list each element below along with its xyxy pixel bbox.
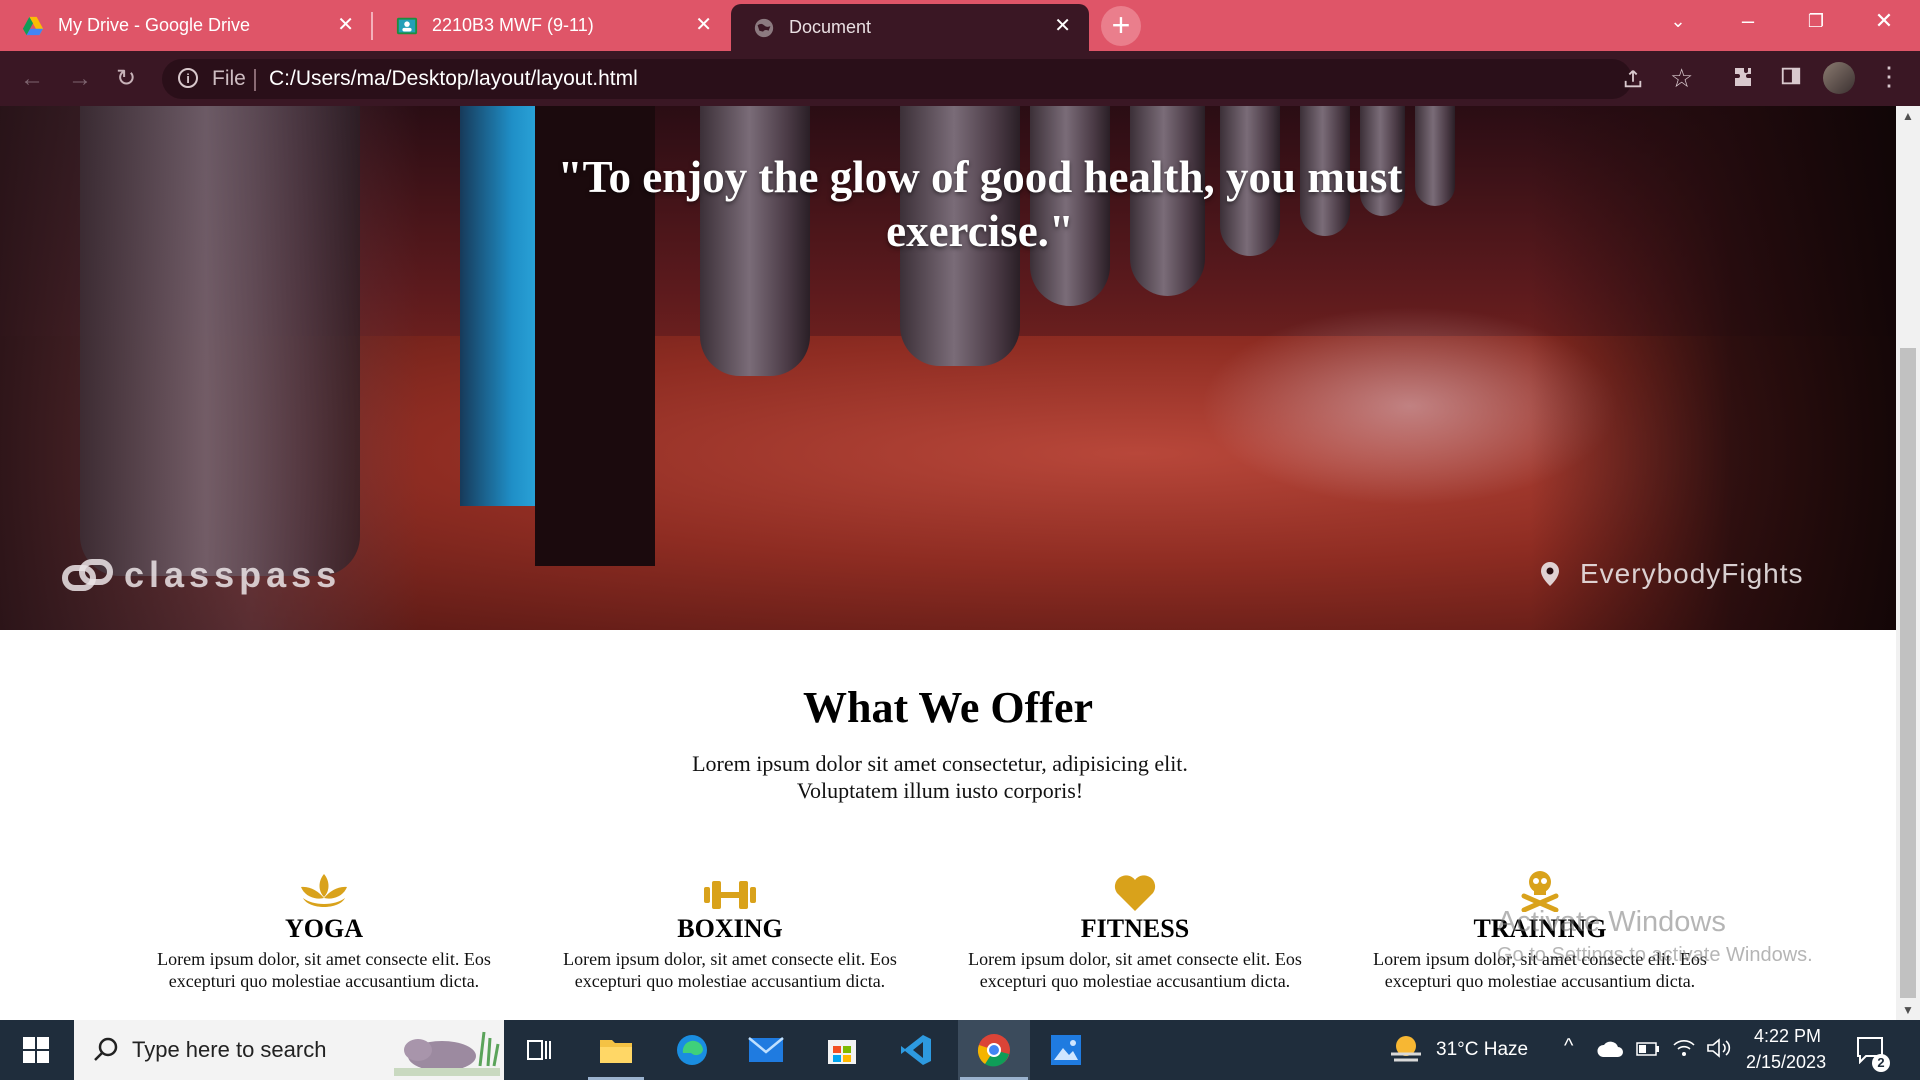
- edge-icon[interactable]: [662, 1020, 722, 1080]
- notification-count-badge: 2: [1872, 1054, 1890, 1072]
- offer-card-yoga: YOGA Lorem ipsum dolor, sit amet consect…: [154, 866, 494, 992]
- hero-section: "To enjoy the glow of good health, you m…: [0, 106, 1896, 630]
- scroll-up-arrow-icon[interactable]: ▲: [1896, 106, 1920, 126]
- brand-text: classpass: [124, 554, 342, 595]
- onedrive-cloud-icon[interactable]: [1597, 1040, 1623, 1058]
- offer-card-fitness: FITNESS Lorem ipsum dolor, sit amet cons…: [965, 866, 1305, 992]
- battery-icon[interactable]: [1636, 1041, 1660, 1057]
- tab-title: My Drive - Google Drive: [58, 15, 251, 35]
- globe-icon: [754, 18, 774, 37]
- divider: [254, 69, 256, 91]
- section-subtitle: Lorem ipsum dolor sit amet consectetur, …: [692, 751, 1188, 803]
- page-scrollbar[interactable]: ▲ ▼: [1896, 106, 1920, 1020]
- tab-title: Document: [789, 17, 872, 37]
- section-title: What We Offer: [802, 683, 1094, 732]
- minimize-button[interactable]: –: [1718, 0, 1778, 42]
- chrome-icon[interactable]: [958, 1020, 1030, 1080]
- close-tab-icon[interactable]: ✕: [695, 14, 712, 36]
- windows-taskbar: Type here to search 31°C Haze ^ 4:22 PM …: [0, 1020, 1920, 1080]
- start-button[interactable]: [0, 1020, 72, 1080]
- url-text[interactable]: C:/Users/ma/Desktop/layout/layout.html: [269, 59, 638, 99]
- card-title: BOXING: [677, 914, 783, 943]
- scrollbar-thumb[interactable]: [1900, 348, 1916, 998]
- tab-title: 2210B3 MWF (9-11): [432, 15, 594, 35]
- search-icon: [94, 1037, 118, 1061]
- classpass-watermark: classpass: [62, 554, 341, 596]
- extensions-icon[interactable]: [1731, 65, 1755, 89]
- close-tab-icon[interactable]: ✕: [1054, 15, 1071, 37]
- map-pin-icon: [1541, 562, 1559, 586]
- restore-button[interactable]: ❐: [1786, 0, 1846, 42]
- volume-icon[interactable]: [1706, 1037, 1732, 1059]
- classroom-icon: [396, 17, 418, 34]
- heart-icon: [1114, 875, 1156, 911]
- location-text: EverybodyFights: [1580, 558, 1804, 589]
- card-text: Lorem ipsum dolor, sit amet consecte eli…: [157, 949, 491, 991]
- scheme-label: File: [212, 67, 246, 90]
- tab-search-icon[interactable]: ⌄: [1648, 0, 1708, 42]
- file-explorer-icon[interactable]: [586, 1020, 646, 1080]
- task-view-icon[interactable]: [514, 1020, 564, 1080]
- card-title: FITNESS: [1080, 914, 1190, 943]
- taskbar-search-box[interactable]: Type here to search: [74, 1020, 504, 1080]
- page-viewport: "To enjoy the glow of good health, you m…: [0, 106, 1896, 1020]
- hero-shadow: [1530, 106, 1896, 630]
- google-drive-icon: [22, 16, 44, 35]
- tab-google-drive[interactable]: My Drive - Google Drive ✕: [0, 0, 372, 51]
- menu-kebab-icon[interactable]: ⋮: [1876, 61, 1902, 92]
- mail-icon[interactable]: [736, 1020, 796, 1080]
- card-text: Lorem ipsum dolor, sit amet consecte eli…: [968, 949, 1302, 991]
- share-icon[interactable]: [1622, 68, 1644, 90]
- profile-avatar[interactable]: [1823, 62, 1855, 94]
- weather-text[interactable]: 31°C Haze: [1436, 1039, 1528, 1061]
- wifi-icon[interactable]: [1672, 1037, 1696, 1059]
- site-info-icon[interactable]: i: [178, 68, 198, 88]
- clock-time[interactable]: 4:22 PM: [1754, 1026, 1821, 1047]
- tab-document[interactable]: Document ✕: [731, 4, 1089, 51]
- side-panel-icon[interactable]: [1780, 65, 1802, 87]
- microsoft-store-icon[interactable]: [812, 1020, 872, 1080]
- tab-separator: [371, 12, 373, 40]
- chain-link-icon: [62, 559, 113, 591]
- clock-date[interactable]: 2/15/2023: [1746, 1052, 1826, 1073]
- card-text: Lorem ipsum dolor, sit amet consecte eli…: [563, 949, 897, 991]
- vscode-icon[interactable]: [886, 1020, 946, 1080]
- search-placeholder: Type here to search: [132, 1037, 327, 1062]
- close-tab-icon[interactable]: ✕: [337, 14, 354, 36]
- activate-windows-title: Activate Windows: [1497, 906, 1726, 938]
- dumbbell-icon: [704, 881, 756, 909]
- scroll-down-arrow-icon[interactable]: ▼: [1896, 1000, 1920, 1020]
- location-watermark: EverybodyFights: [1540, 558, 1804, 590]
- tab-classroom[interactable]: 2210B3 MWF (9-11) ✕: [374, 0, 730, 51]
- activate-windows-subtitle: Go to Settings to activate Windows.: [1497, 944, 1813, 966]
- offer-card-boxing: BOXING Lorem ipsum dolor, sit amet conse…: [560, 866, 900, 992]
- reload-icon[interactable]: ↻: [116, 51, 136, 106]
- card-title: YOGA: [285, 914, 363, 943]
- windows-logo-icon: [23, 1037, 49, 1063]
- close-window-button[interactable]: ✕: [1854, 0, 1914, 42]
- forward-icon[interactable]: →: [68, 51, 92, 106]
- lotus-icon: [301, 874, 347, 907]
- search-highlight-hippo-icon: [394, 1031, 500, 1076]
- browser-toolbar: ← → ↻ i File C:/Users/ma/Desktop/layout/…: [0, 51, 1920, 106]
- hero-quote: "To enjoy the glow of good health, you m…: [557, 152, 1403, 256]
- punching-bag: [80, 106, 360, 576]
- photos-icon[interactable]: [1036, 1020, 1096, 1080]
- show-hidden-icons-chevron-icon[interactable]: ^: [1564, 1035, 1573, 1058]
- bookmark-star-icon[interactable]: ☆: [1670, 63, 1693, 94]
- haze-weather-icon[interactable]: [1388, 1032, 1424, 1068]
- browser-tab-strip: My Drive - Google Drive ✕ 2210B3 MWF (9-…: [0, 0, 1920, 51]
- address-bar[interactable]: i File C:/Users/ma/Desktop/layout/layout…: [162, 59, 1693, 99]
- back-icon[interactable]: ←: [20, 51, 44, 106]
- new-tab-button[interactable]: +: [1101, 6, 1141, 46]
